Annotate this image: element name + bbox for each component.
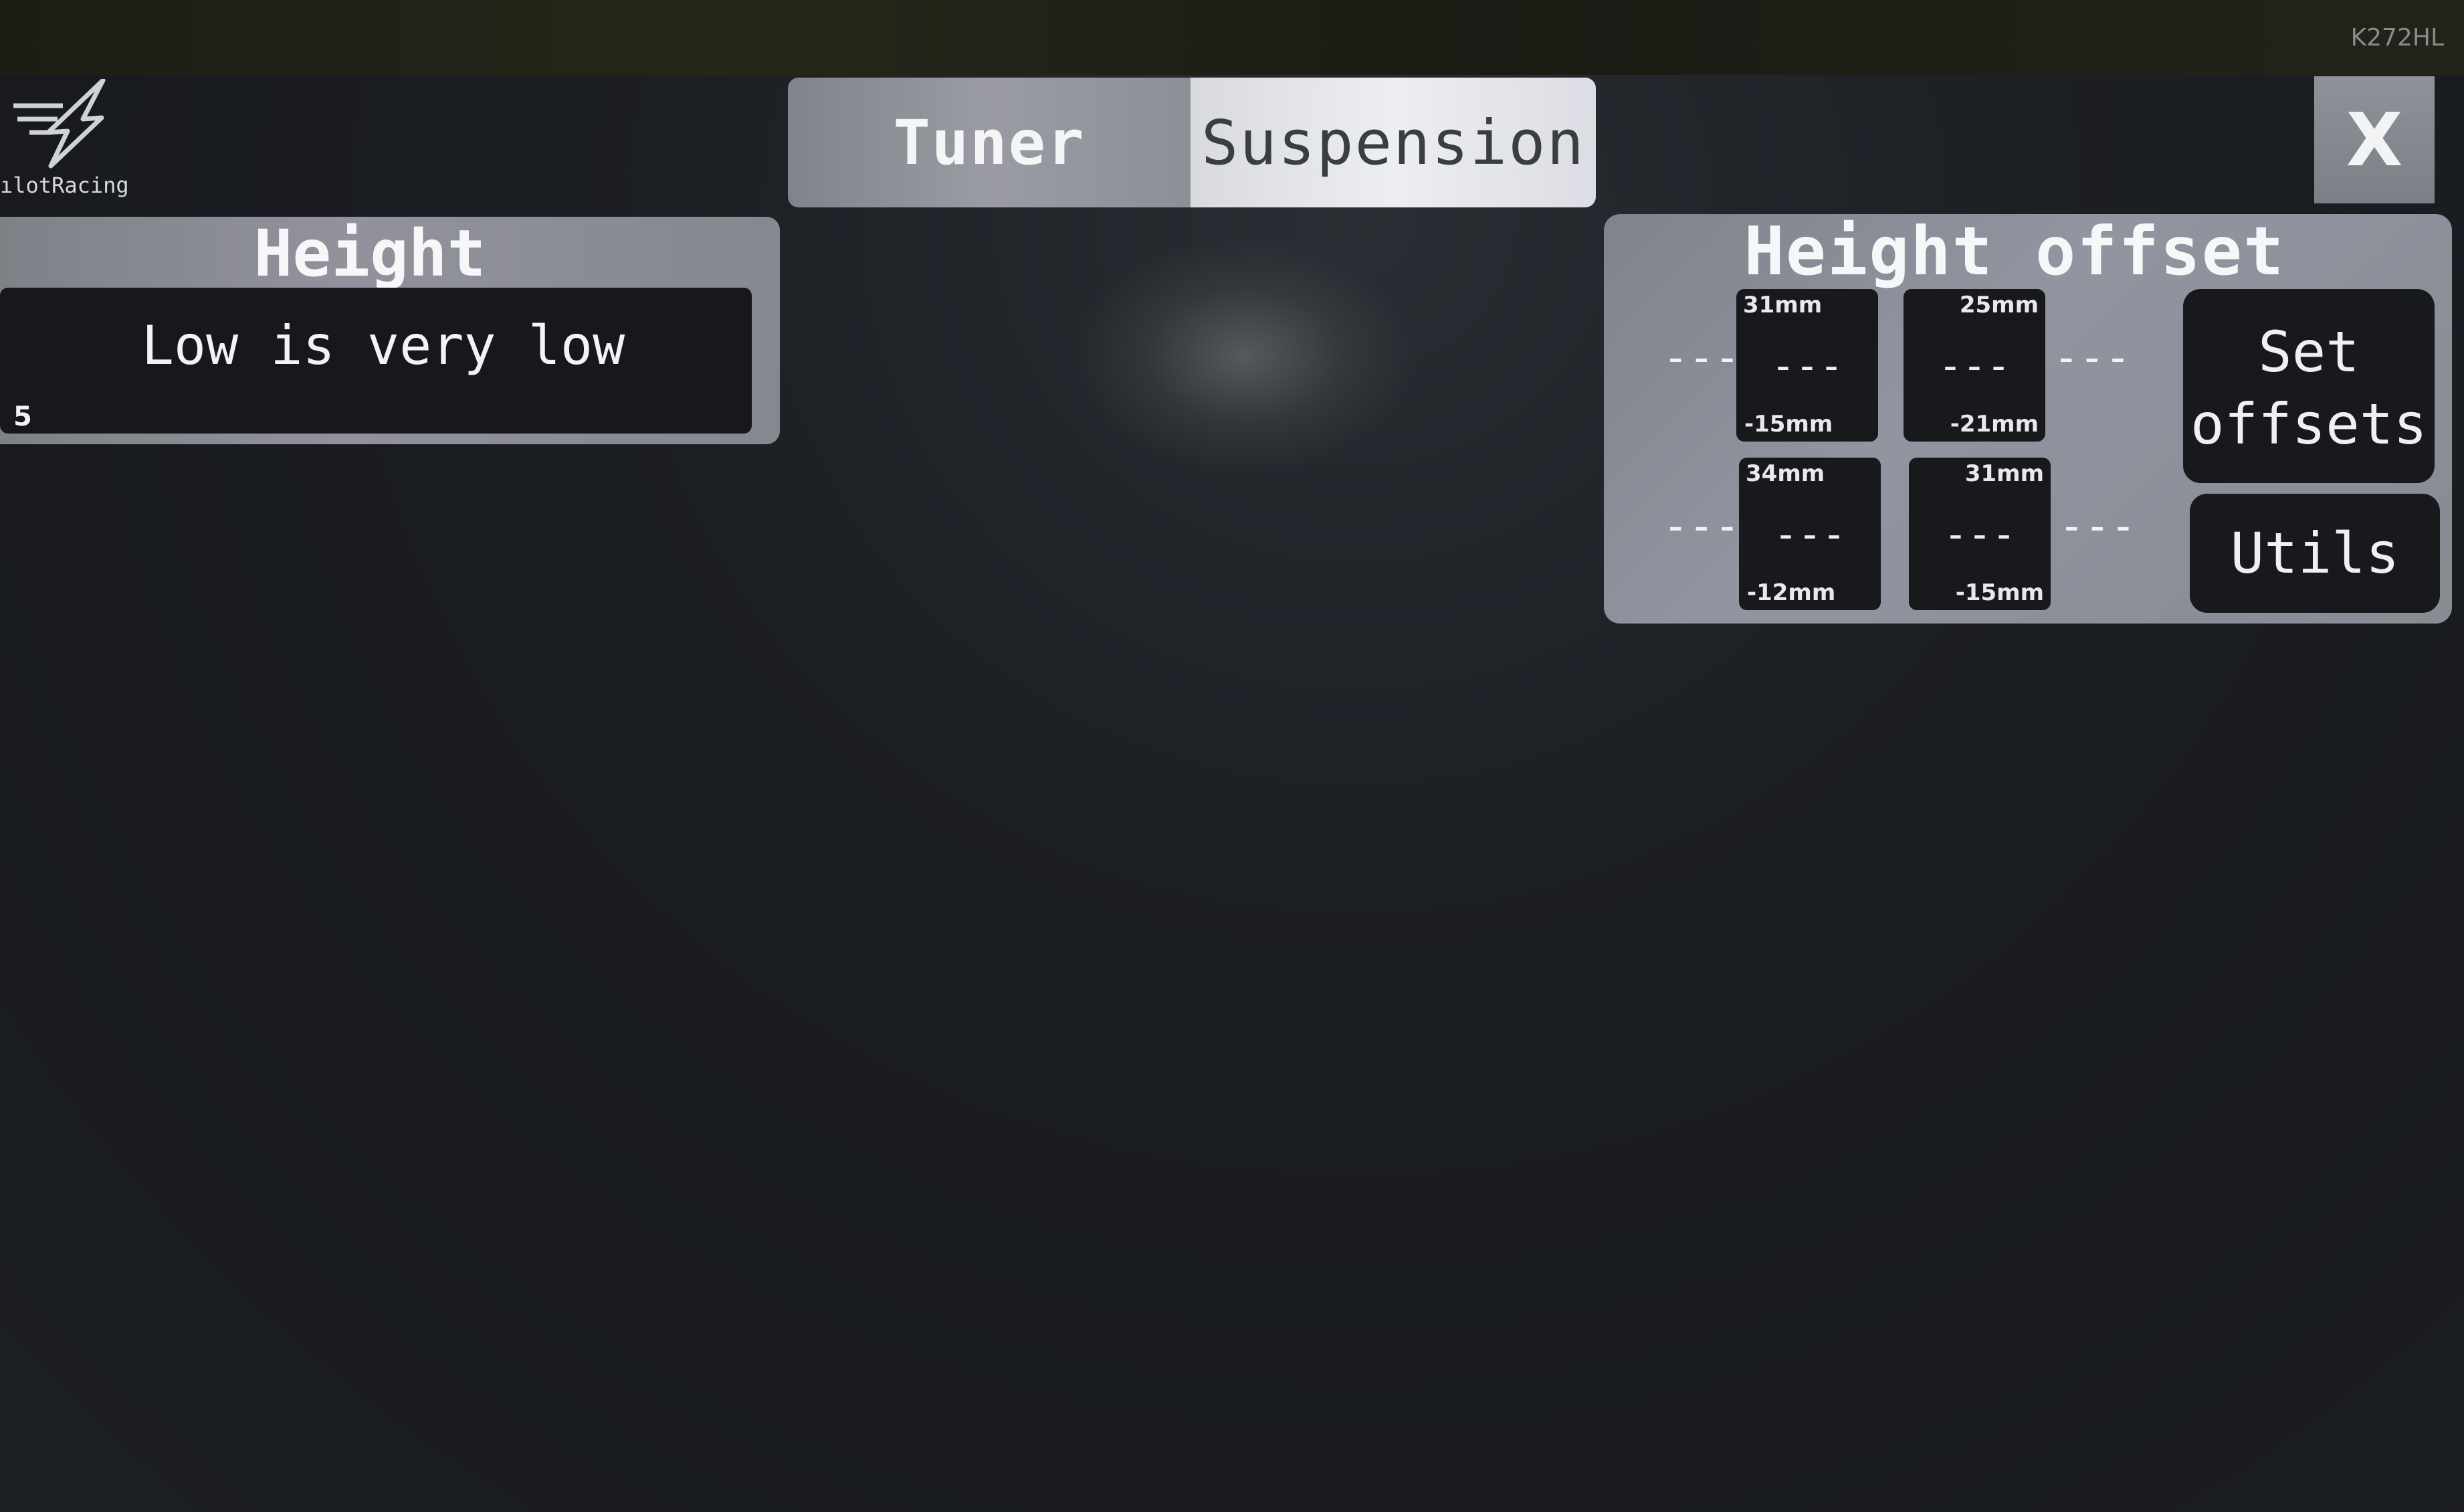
tab-suspension[interactable]: Suspension bbox=[1191, 78, 1596, 207]
height-panel: Height Low is very low 5 bbox=[0, 216, 780, 444]
set-offsets-button[interactable]: Set offsets bbox=[2183, 289, 2435, 483]
front-left-readout: --- bbox=[1663, 333, 1740, 383]
offset-min: -15mm bbox=[1744, 411, 1833, 438]
height-offset-title: Height offset bbox=[1744, 211, 2285, 290]
offset-min: -12mm bbox=[1747, 579, 1836, 606]
front-right-readout: --- bbox=[2053, 333, 2131, 383]
height-left-value: 5 bbox=[13, 401, 32, 432]
offset-max: 31mm bbox=[1743, 292, 1823, 318]
offset-min: -15mm bbox=[1955, 579, 2044, 606]
offset-cell-front-right[interactable]: 25mm --- -21mm bbox=[1904, 289, 2045, 442]
height-offset-panel: Height offset --- --- --- --- 31mm --- -… bbox=[1604, 211, 2452, 624]
monitor-bezel: K272HL bbox=[0, 0, 2464, 75]
offset-cell-rear-left[interactable]: 34mm --- -12mm bbox=[1739, 458, 1881, 610]
tab-tuner[interactable]: Tuner bbox=[788, 78, 1191, 207]
app-logo: ılotRacing bbox=[0, 79, 134, 206]
tab-bar: Tuner Suspension bbox=[788, 78, 1596, 207]
set-offsets-label-line2: offsets bbox=[2190, 391, 2427, 457]
logo-text: ılotRacing bbox=[0, 173, 129, 198]
offset-max: 25mm bbox=[1959, 292, 2039, 318]
offset-cell-rear-right[interactable]: 31mm --- -15mm bbox=[1909, 458, 2051, 610]
offset-value: --- bbox=[1773, 511, 1847, 558]
utils-button[interactable]: Utils bbox=[2190, 494, 2440, 613]
offset-min: -21mm bbox=[1950, 411, 2039, 438]
lightning-logo-icon bbox=[13, 79, 106, 169]
set-offsets-label-line1: Set bbox=[2258, 319, 2360, 385]
rear-right-readout: --- bbox=[2059, 502, 2136, 551]
rear-left-readout: --- bbox=[1663, 502, 1740, 551]
offset-max: 31mm bbox=[1964, 460, 2044, 487]
close-button[interactable]: X bbox=[2314, 76, 2435, 203]
offset-value: --- bbox=[1770, 343, 1844, 389]
offset-value: --- bbox=[1938, 343, 2011, 389]
height-title: Height bbox=[253, 216, 486, 291]
offset-cell-front-left[interactable]: 31mm --- -15mm bbox=[1736, 289, 1878, 442]
offset-max: 34mm bbox=[1746, 460, 1825, 487]
monitor-model-label: K272HL bbox=[2350, 24, 2444, 52]
offset-value: --- bbox=[1943, 511, 2017, 558]
height-value: Low is very low bbox=[141, 314, 625, 377]
screen-glare bbox=[1070, 235, 1418, 476]
height-selector[interactable]: Low is very low 5 bbox=[0, 288, 752, 434]
